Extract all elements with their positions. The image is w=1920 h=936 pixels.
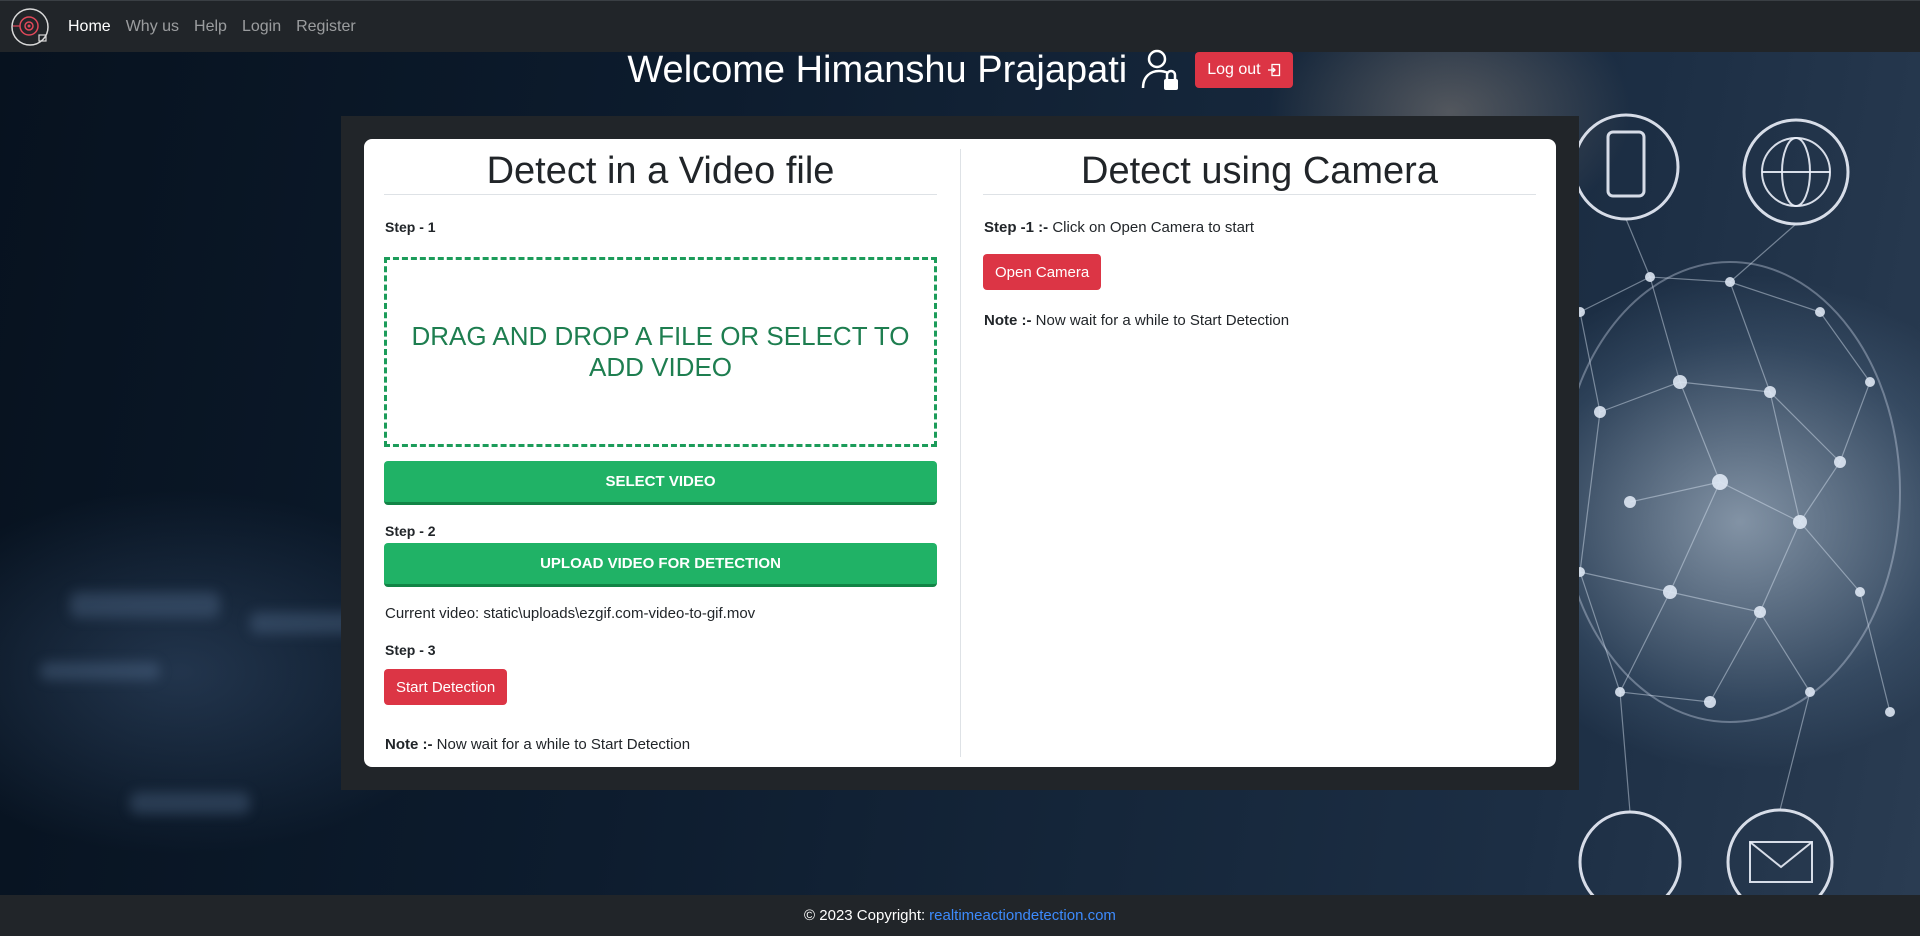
- logout-button[interactable]: Log out: [1195, 52, 1293, 88]
- camera-note-text: Now wait for a while to Start Detection: [1035, 312, 1290, 329]
- camera-step-1-label: Step -1 :-: [984, 219, 1049, 236]
- camera-note: Note :- Now wait for a while to Start De…: [984, 312, 1289, 329]
- nav-link-why-us[interactable]: Why us: [126, 18, 179, 36]
- detection-card: Detect in a Video file Step - 1 DRAG AND…: [364, 139, 1556, 767]
- navbar: Home Why us Help Login Register: [0, 0, 1920, 52]
- column-divider: [960, 149, 961, 757]
- footer-copyright: © 2023 Copyright:: [804, 907, 926, 924]
- nav-link-help[interactable]: Help: [194, 18, 227, 36]
- background-blur-shape: [70, 592, 220, 618]
- current-video-info: Current video: static\uploads\ezgif.com-…: [385, 605, 755, 622]
- current-video-label: Current video:: [385, 605, 480, 622]
- camera-detection-section: Detect using Camera Step -1 :- Click on …: [983, 139, 1536, 767]
- video-section-title: Detect in a Video file: [384, 147, 937, 195]
- step-3-label: Step - 3: [385, 642, 436, 658]
- select-video-button[interactable]: SELECT VIDEO: [384, 461, 937, 505]
- welcome-header: Welcome Himanshu Prajapati Log out: [0, 48, 1920, 92]
- footer: © 2023 Copyright: realtimeactiondetectio…: [0, 895, 1920, 936]
- camera-step-1: Step -1 :- Click on Open Camera to start: [984, 219, 1254, 236]
- open-camera-button[interactable]: Open Camera: [983, 254, 1102, 290]
- video-note-text: Now wait for a while to Start Detection: [436, 736, 691, 753]
- footer-site-link[interactable]: realtimeactiondetection.com: [929, 907, 1116, 924]
- main-panel: Detect in a Video file Step - 1 DRAG AND…: [341, 116, 1579, 790]
- globe-network-illustration: [1559, 113, 1901, 895]
- welcome-title: Welcome Himanshu Prajapati: [627, 48, 1128, 91]
- start-detection-button[interactable]: Start Detection: [384, 669, 508, 705]
- video-note-label: Note :-: [385, 736, 433, 753]
- camera-note-label: Note :-: [984, 312, 1032, 329]
- eye-camera-logo-icon[interactable]: [8, 5, 52, 49]
- step-2-label: Step - 2: [385, 523, 436, 539]
- camera-section-title: Detect using Camera: [983, 147, 1536, 195]
- user-lock-icon: [1141, 48, 1181, 92]
- nav-link-register[interactable]: Register: [296, 18, 356, 36]
- video-note: Note :- Now wait for a while to Start De…: [385, 736, 690, 753]
- box-arrow-in-right-icon: [1267, 63, 1280, 77]
- background-blur-shape: [40, 662, 160, 680]
- background-blur-shape: [130, 792, 250, 814]
- logout-label: Log out: [1207, 61, 1261, 78]
- video-detection-section: Detect in a Video file Step - 1 DRAG AND…: [384, 139, 937, 767]
- upload-video-button[interactable]: UPLOAD VIDEO FOR DETECTION: [384, 543, 937, 587]
- current-video-value: static\uploads\ezgif.com-video-to-gif.mo…: [483, 605, 756, 622]
- video-dropzone[interactable]: DRAG AND DROP A FILE OR SELECT TO ADD VI…: [384, 257, 937, 447]
- nav-link-login[interactable]: Login: [242, 18, 281, 36]
- dropzone-text: DRAG AND DROP A FILE OR SELECT TO ADD VI…: [411, 321, 910, 382]
- camera-step-1-text: Click on Open Camera to start: [1052, 219, 1255, 236]
- nav-link-home[interactable]: Home: [68, 18, 111, 36]
- step-1-label: Step - 1: [385, 219, 436, 235]
